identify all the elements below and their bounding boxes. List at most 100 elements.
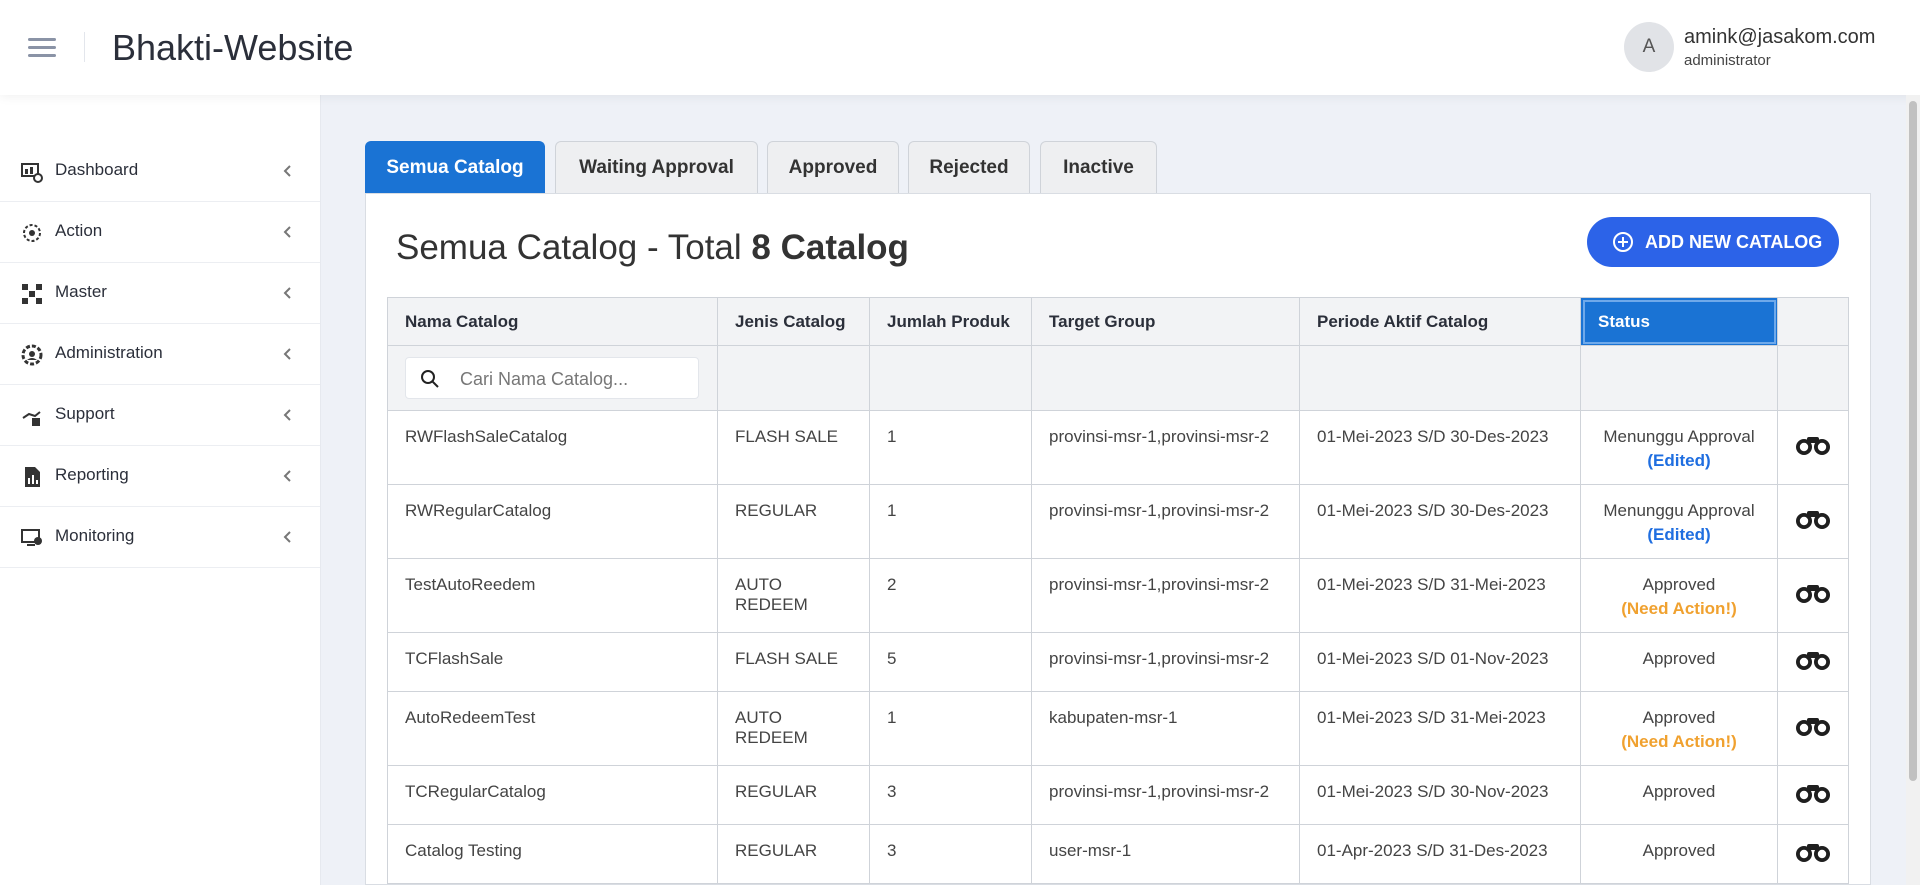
column-header-jumlah-produk[interactable]: Jumlah Produk xyxy=(869,297,1032,346)
cell-target-group: provinsi-msr-1,provinsi-msr-2 xyxy=(1031,484,1300,559)
cell-status: Menunggu Approval (Edited) xyxy=(1580,484,1778,559)
table-body: RWFlashSaleCatalog FLASH SALE 1 provinsi-ms… xyxy=(387,410,1849,884)
tab-waiting-approval[interactable]: Waiting Approval xyxy=(555,141,758,193)
cell-jumlah-produk: 3 xyxy=(869,765,1032,825)
need-action-label: (Need Action!) xyxy=(1621,599,1737,618)
cell-target-group: provinsi-msr-1,provinsi-msr-2 xyxy=(1031,632,1300,692)
filter-cell xyxy=(869,345,1032,411)
top-header: Bhakti-Website A amink@jasakom.com admin… xyxy=(0,0,1920,95)
support-icon xyxy=(22,411,41,426)
cell-nama-catalog: TCRegularCatalog xyxy=(387,765,718,825)
cell-jenis-catalog: REGULAR xyxy=(717,765,870,825)
cell-jumlah-produk: 1 xyxy=(869,410,1032,485)
add-button-label: ADD NEW CATALOG xyxy=(1645,232,1823,252)
hamburger-menu-icon[interactable] xyxy=(28,38,56,58)
filter-cell xyxy=(1031,345,1300,411)
cell-action xyxy=(1777,691,1849,766)
catalog-table: Nama Catalog Jenis Catalog Jumlah Produk… xyxy=(387,297,1849,884)
binoculars-icon xyxy=(1796,511,1830,529)
sidebar-item-administration[interactable]: Administration xyxy=(0,324,320,385)
binoculars-icon xyxy=(1796,784,1830,803)
column-header-status[interactable]: Status xyxy=(1580,297,1778,346)
sidebar-item-master[interactable]: Master xyxy=(0,263,320,324)
add-new-catalog-button[interactable]: ADD NEW CATALOG xyxy=(1587,217,1839,267)
search-input[interactable] xyxy=(458,365,692,393)
sidebar-item-dashboard[interactable]: Dashboard xyxy=(0,141,320,202)
cell-jenis-catalog: REGULAR xyxy=(717,824,870,884)
cell-status: Approved xyxy=(1580,765,1778,825)
status-text: Menunggu Approval xyxy=(1603,501,1755,520)
table-row[interactable]: TCRegularCatalog REGULAR 3 provinsi-msr-1,p… xyxy=(387,765,1849,825)
status-text: Approved xyxy=(1642,782,1716,801)
table-row[interactable]: AutoRedeemTest AUTO REDEEM 1 kabupaten-msr-… xyxy=(387,691,1849,766)
tab-inactive[interactable]: Inactive xyxy=(1040,141,1157,193)
cell-action xyxy=(1777,765,1849,825)
cell-action xyxy=(1777,484,1849,559)
view-detail-button[interactable] xyxy=(1795,782,1831,809)
filter-cell xyxy=(387,345,718,411)
cell-status: Approved xyxy=(1580,632,1778,692)
table-filter-row xyxy=(387,345,1849,411)
cell-nama-catalog: AutoRedeemTest xyxy=(387,691,718,766)
sidebar-item-monitoring[interactable]: Monitoring xyxy=(0,507,320,568)
cell-status: Menunggu Approval (Edited) xyxy=(1580,410,1778,485)
sidebar-item-support[interactable]: Support xyxy=(0,385,320,446)
cell-target-group: user-msr-1 xyxy=(1031,824,1300,884)
status-text: Approved xyxy=(1642,649,1716,668)
table-row[interactable]: RWRegularCatalog REGULAR 1 provinsi-msr-1,p… xyxy=(387,484,1849,559)
cell-action xyxy=(1777,410,1849,485)
cell-periode: 01-Mei-2023 S/D 01-Nov-2023 xyxy=(1299,632,1581,692)
view-detail-button[interactable] xyxy=(1795,841,1831,868)
view-detail-button[interactable] xyxy=(1795,508,1831,535)
cell-nama-catalog: TCFlashSale xyxy=(387,632,718,692)
view-detail-button[interactable] xyxy=(1795,434,1831,461)
chevron-left-icon xyxy=(283,348,291,360)
master-icon xyxy=(22,284,42,304)
tab-rejected[interactable]: Rejected xyxy=(908,141,1030,193)
cell-jenis-catalog: AUTO REDEEM xyxy=(717,558,870,633)
tab-semua-catalog[interactable]: Semua Catalog xyxy=(365,141,545,193)
title-total: 8 Catalog xyxy=(751,228,909,267)
cell-jenis-catalog: AUTO REDEEM xyxy=(717,691,870,766)
table-row[interactable]: TestAutoReedem AUTO REDEEM 2 provinsi-msr-1… xyxy=(387,558,1849,633)
dashboard-icon xyxy=(21,163,43,183)
column-header-nama-catalog[interactable]: Nama Catalog xyxy=(387,297,718,346)
view-detail-button[interactable] xyxy=(1795,649,1831,676)
user-email[interactable]: amink@jasakom.com xyxy=(1684,26,1875,49)
status-text: Approved xyxy=(1642,575,1716,594)
chevron-left-icon xyxy=(283,165,291,177)
sidebar-item-label: Administration xyxy=(55,343,163,362)
page-scrollbar[interactable] xyxy=(1906,95,1920,885)
cell-jumlah-produk: 1 xyxy=(869,691,1032,766)
column-header-jenis-catalog[interactable]: Jenis Catalog xyxy=(717,297,870,346)
need-action-label: (Need Action!) xyxy=(1621,732,1737,751)
sidebar-nav: Dashboard Action Master Administration S… xyxy=(0,141,320,568)
view-detail-button[interactable] xyxy=(1795,582,1831,609)
cell-action xyxy=(1777,632,1849,692)
binoculars-icon xyxy=(1796,843,1830,862)
cell-status: Approved xyxy=(1580,824,1778,884)
plus-circle-icon xyxy=(1613,232,1633,252)
column-header-target-group[interactable]: Target Group xyxy=(1031,297,1300,346)
view-detail-button[interactable] xyxy=(1795,715,1831,742)
table-row[interactable]: TCFlashSale FLASH SALE 5 provinsi-msr-1,pro… xyxy=(387,632,1849,692)
table-row[interactable]: Catalog Testing REGULAR 3 user-msr-1 01-Apr-… xyxy=(387,824,1849,884)
column-header-periode-aktif[interactable]: Periode Aktif Catalog xyxy=(1299,297,1581,346)
tab-approved[interactable]: Approved xyxy=(767,141,899,193)
reporting-icon xyxy=(25,467,40,487)
edited-label: (Edited) xyxy=(1647,525,1711,544)
cell-target-group: provinsi-msr-1,provinsi-msr-2 xyxy=(1031,765,1300,825)
scroll-thumb[interactable] xyxy=(1909,101,1917,781)
sidebar-item-label: Reporting xyxy=(55,465,129,484)
search-icon xyxy=(421,370,439,388)
cell-nama-catalog: Catalog Testing xyxy=(387,824,718,884)
avatar[interactable]: A xyxy=(1624,22,1674,72)
status-text: Approved xyxy=(1642,708,1716,727)
table-row[interactable]: RWFlashSaleCatalog FLASH SALE 1 provinsi-ms… xyxy=(387,410,1849,485)
search-box[interactable] xyxy=(405,357,699,399)
sidebar-item-reporting[interactable]: Reporting xyxy=(0,446,320,507)
sidebar-item-action[interactable]: Action xyxy=(0,202,320,263)
cell-jumlah-produk: 2 xyxy=(869,558,1032,633)
user-role: administrator xyxy=(1684,52,1771,69)
sidebar-item-label: Action xyxy=(55,221,103,240)
